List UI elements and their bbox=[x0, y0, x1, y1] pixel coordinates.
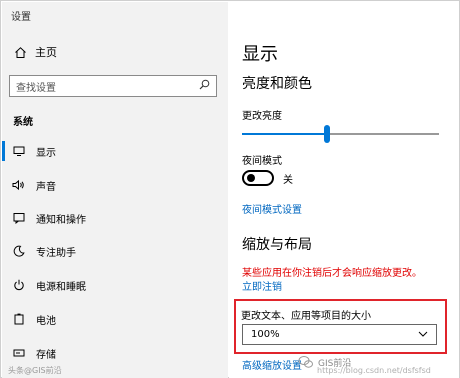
night-light-label: 夜间模式 bbox=[242, 156, 282, 167]
night-light-toggle[interactable] bbox=[242, 170, 274, 186]
scale-layout-heading: 缩放与布局 bbox=[242, 237, 312, 253]
page-title: 显示 bbox=[242, 44, 278, 65]
notification-icon bbox=[12, 211, 26, 225]
sidebar-item-notifications[interactable]: 通知和操作 bbox=[2, 204, 228, 232]
storage-icon bbox=[12, 346, 26, 360]
wechat-icon bbox=[298, 354, 314, 370]
search-input[interactable]: 查找设置 bbox=[9, 75, 217, 97]
sidebar-item-label: 通知和操作 bbox=[36, 214, 86, 226]
sidebar: 设置 主页 查找设置 系统 显示 声音 通知和操作 专注助手 电源和睡眠 电池 … bbox=[2, 2, 228, 378]
night-light-settings-link[interactable]: 夜间模式设置 bbox=[242, 201, 302, 216]
sidebar-item-label: 专注助手 bbox=[36, 247, 76, 259]
scale-warning: 某些应用在你注销后才会响应缩放更改。 bbox=[242, 268, 422, 279]
brightness-slider[interactable] bbox=[242, 125, 439, 143]
brightness-heading: 亮度和颜色 bbox=[242, 76, 312, 92]
scale-dropdown-value: 100% bbox=[251, 329, 280, 340]
sidebar-item-focus-assist[interactable]: 专注助手 bbox=[2, 237, 228, 265]
sidebar-item-label: 电源和睡眠 bbox=[36, 281, 86, 293]
scale-label: 更改文本、应用等项目的大小 bbox=[241, 311, 371, 322]
sidebar-item-sound[interactable]: 声音 bbox=[2, 171, 228, 199]
window-title: 设置 bbox=[11, 12, 31, 23]
home-icon bbox=[13, 45, 27, 59]
monitor-icon bbox=[12, 144, 26, 158]
battery-icon bbox=[12, 312, 26, 326]
home-nav[interactable]: 主页 bbox=[13, 44, 57, 60]
chevron-down-icon bbox=[418, 329, 428, 340]
night-light-toggle-row: 关 bbox=[242, 170, 293, 186]
brightness-label: 更改亮度 bbox=[242, 111, 282, 122]
watermark-left: 头条@GIS前沿 bbox=[8, 366, 62, 375]
watermark-url: https://blog.csdn.net/dsfsfsd bbox=[317, 366, 431, 375]
main-content: 显示 亮度和颜色 更改亮度 夜间模式 关 夜间模式设置 缩放与布局 某些应用在你… bbox=[229, 2, 459, 378]
search-placeholder: 查找设置 bbox=[16, 82, 56, 94]
sidebar-item-label: 显示 bbox=[36, 147, 56, 159]
sign-out-link[interactable]: 立即注销 bbox=[242, 278, 282, 293]
toggle-knob bbox=[247, 174, 255, 182]
sidebar-item-label: 声音 bbox=[36, 181, 56, 193]
sidebar-item-label: 存储 bbox=[36, 349, 56, 361]
speaker-icon bbox=[12, 178, 26, 192]
search-icon[interactable] bbox=[199, 79, 210, 93]
advanced-scaling-link[interactable]: 高级缩放设置 bbox=[242, 357, 302, 372]
sidebar-item-battery[interactable]: 电池 bbox=[2, 305, 228, 333]
power-icon bbox=[12, 278, 26, 292]
slider-fill bbox=[242, 133, 327, 135]
section-label-system: 系统 bbox=[13, 117, 33, 128]
sidebar-item-storage[interactable]: 存储 bbox=[2, 339, 228, 367]
slider-thumb[interactable] bbox=[324, 125, 330, 143]
sidebar-item-power-sleep[interactable]: 电源和睡眠 bbox=[2, 271, 228, 299]
night-light-state: 关 bbox=[283, 174, 293, 186]
settings-window: 设置 主页 查找设置 系统 显示 声音 通知和操作 专注助手 电源和睡眠 电池 … bbox=[0, 0, 460, 378]
sidebar-item-display[interactable]: 显示 bbox=[2, 137, 228, 165]
sidebar-item-label: 电池 bbox=[36, 315, 56, 327]
home-label: 主页 bbox=[35, 46, 57, 59]
scale-dropdown[interactable]: 100% bbox=[242, 324, 437, 345]
moon-icon bbox=[12, 244, 26, 258]
